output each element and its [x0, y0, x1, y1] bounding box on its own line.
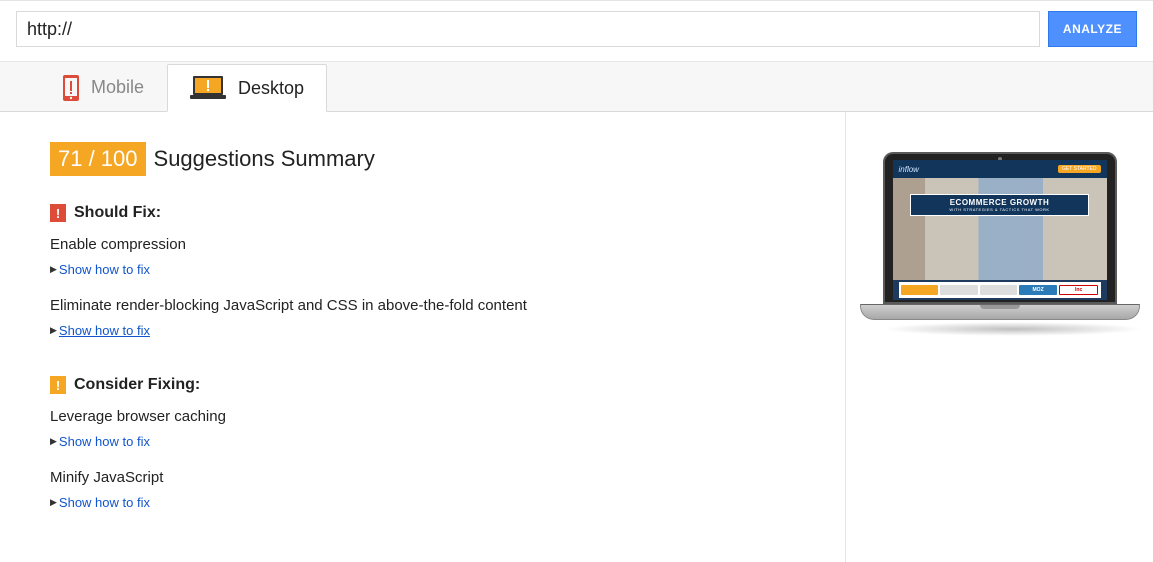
rule-title: Leverage browser caching — [50, 408, 845, 425]
search-bar: ANALYZE — [0, 0, 1153, 62]
rule-title: Enable compression — [50, 236, 845, 253]
tab-desktop[interactable]: Desktop — [167, 64, 327, 112]
show-how-to-fix-link[interactable]: ▶Show how to fix — [50, 434, 150, 449]
rule-item: Eliminate render-blocking JavaScript and… — [50, 297, 845, 338]
expand-icon: ▶ — [50, 325, 57, 336]
preview-panel: inflow GET STARTED ECOMMERCE GROWTH WITH… — [846, 112, 1153, 562]
expand-icon: ▶ — [50, 436, 57, 447]
rule-title: Minify JavaScript — [50, 469, 845, 486]
expand-icon: ▶ — [50, 497, 57, 508]
score-badge: 71 / 100 — [50, 142, 146, 176]
desktop-icon — [190, 75, 226, 101]
summary-title: Suggestions Summary — [154, 146, 375, 172]
rule-title: Eliminate render-blocking JavaScript and… — [50, 297, 845, 314]
expand-icon: ▶ — [50, 264, 57, 275]
tab-label: Mobile — [91, 77, 144, 98]
main-panel: 71 / 100 Suggestions Summary ! Should Fi… — [0, 112, 846, 562]
section-label: Consider Fixing: — [74, 376, 200, 394]
preview-cta: GET STARTED — [1058, 165, 1100, 173]
analyze-button[interactable]: ANALYZE — [1048, 11, 1137, 47]
rule-item: Minify JavaScript ▶Show how to fix — [50, 469, 845, 510]
warning-icon: ! — [50, 376, 66, 394]
mobile-icon — [63, 75, 79, 101]
tab-label: Desktop — [238, 78, 304, 99]
consider-fixing-header: ! Consider Fixing: — [50, 376, 845, 394]
tab-mobile[interactable]: Mobile — [40, 63, 167, 111]
should-fix-header: ! Should Fix: — [50, 204, 845, 222]
show-how-to-fix-link[interactable]: ▶Show how to fix — [50, 323, 150, 338]
rule-item: Enable compression ▶Show how to fix — [50, 236, 845, 277]
section-label: Should Fix: — [74, 204, 161, 222]
preview-logo-strip — [899, 282, 1101, 298]
tabs-row: Mobile Desktop — [0, 62, 1153, 112]
show-how-to-fix-link[interactable]: ▶Show how to fix — [50, 495, 150, 510]
show-how-to-fix-link[interactable]: ▶Show how to fix — [50, 262, 150, 277]
preview-brand: inflow — [899, 165, 919, 174]
url-input[interactable] — [16, 11, 1040, 47]
rule-item: Leverage browser caching ▶Show how to fi… — [50, 408, 845, 449]
alert-icon: ! — [50, 204, 66, 222]
preview-hero: ECOMMERCE GROWTH WITH STRATEGIES & TACTI… — [910, 194, 1090, 216]
laptop-preview: inflow GET STARTED ECOMMERCE GROWTH WITH… — [883, 152, 1117, 562]
